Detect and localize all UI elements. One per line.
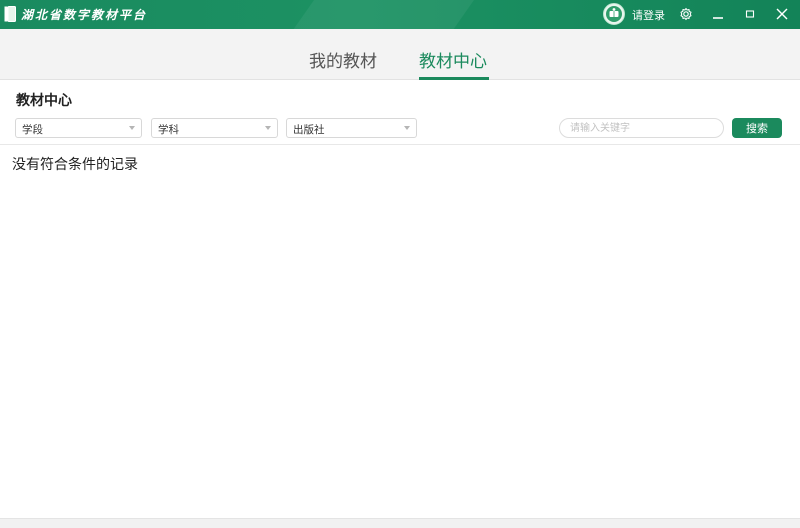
chevron-down-icon bbox=[404, 126, 410, 130]
bottom-bar bbox=[0, 518, 800, 528]
minimize-icon[interactable] bbox=[710, 6, 726, 22]
tab-textbook-center[interactable]: 教材中心 bbox=[419, 47, 487, 72]
publisher-select-value: 出版社 bbox=[293, 124, 325, 136]
title-bar: 湖北省数字教材平台 请登录 bbox=[0, 0, 800, 29]
avatar-icon[interactable] bbox=[603, 3, 625, 25]
subject-select[interactable]: 学科 bbox=[151, 118, 278, 138]
book-logo-icon bbox=[4, 6, 16, 22]
close-icon[interactable] bbox=[774, 6, 790, 22]
search-input[interactable] bbox=[559, 118, 724, 138]
stage-select-value: 学段 bbox=[22, 124, 43, 136]
chevron-down-icon bbox=[129, 126, 135, 130]
tab-bar bbox=[0, 29, 800, 80]
empty-state-message: 没有符合条件的记录 bbox=[12, 157, 138, 173]
app-title: 湖北省数字教材平台 bbox=[21, 8, 148, 22]
subject-select-value: 学科 bbox=[158, 124, 179, 136]
login-link[interactable]: 请登录 bbox=[632, 7, 665, 23]
search-button[interactable]: 搜索 bbox=[732, 118, 782, 138]
divider bbox=[0, 144, 800, 145]
avatar-book-icon bbox=[606, 6, 622, 22]
title-bar-decoration bbox=[278, 0, 482, 29]
stage-select[interactable]: 学段 bbox=[15, 118, 142, 138]
tab-my-textbooks[interactable]: 我的教材 bbox=[309, 47, 377, 72]
settings-gear-icon[interactable] bbox=[678, 6, 694, 22]
page-title: 教材中心 bbox=[16, 93, 72, 109]
active-tab-indicator bbox=[419, 77, 489, 80]
chevron-down-icon bbox=[265, 126, 271, 130]
publisher-select[interactable]: 出版社 bbox=[286, 118, 417, 138]
maximize-icon[interactable] bbox=[742, 6, 758, 22]
